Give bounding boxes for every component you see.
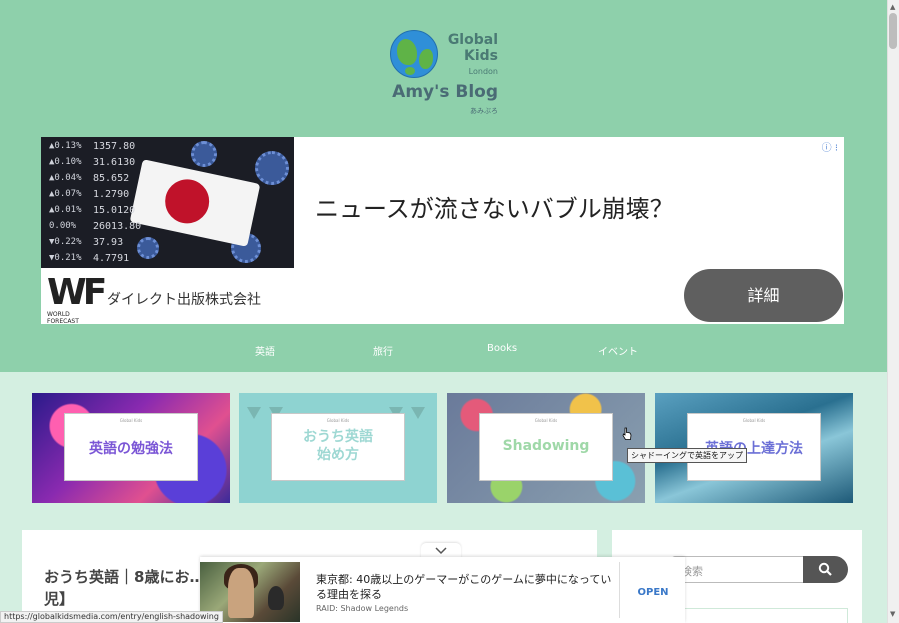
site-logo[interactable]: Global Kids London Amy's Blog あみぶろ xyxy=(388,28,500,118)
ticker-value: 85.652 xyxy=(93,173,130,184)
ticker-value: 1.2790 xyxy=(93,189,130,200)
scroll-up-arrow-icon[interactable]: ▲ xyxy=(890,3,895,11)
ticker-value: 15.0120 xyxy=(93,205,136,216)
featured-tile-shadowing[interactable]: Global Kids Shadowing xyxy=(447,393,645,503)
nav-item-events[interactable]: イベント xyxy=(598,343,638,358)
search-input[interactable]: 検索 xyxy=(672,556,806,583)
featured-tile-home-english[interactable]: Global Kids おうち英語 始め方 xyxy=(239,393,437,503)
tile-card: Global Kids 英語の勉強法 xyxy=(64,413,198,481)
bottom-advertisement[interactable]: 東京都: 40歳以上のゲーマーがこのゲームに夢中になっている理由を探る RAID… xyxy=(200,557,685,623)
ad-image-market-ticker: ▲0.13% 1357.80 ▲0.10% 31.6130 ▲0.04% 85.652 ▲0… xyxy=(41,137,294,268)
ad-headline[interactable]: ニュースが流さないバブル崩壊？ xyxy=(315,189,674,224)
logo-text-global: Global xyxy=(447,32,498,48)
post-title[interactable]: おうち英語｜8歳にお… 児】 xyxy=(44,566,204,610)
ticker-value: 37.93 xyxy=(93,237,124,248)
top-advertisement[interactable]: ▲0.13% 1357.80 ▲0.10% 31.6130 ▲0.04% 85.652 ▲0… xyxy=(41,137,844,326)
ticker-value: 31.6130 xyxy=(93,157,136,168)
adchoices-icon[interactable]: ⓘ ⁝ xyxy=(822,139,838,154)
tile-card: Global Kids 英語の上達方法 xyxy=(687,413,821,481)
tile-tooltip: シャドーイングで英語をアップ xyxy=(627,448,747,463)
ad-details-button[interactable]: 詳細 xyxy=(684,269,843,322)
ticker-change: ▼0.21% xyxy=(49,253,82,263)
advertiser-logo: WF WORLD FORECAST xyxy=(47,272,107,326)
ticker-change: ▲0.04% xyxy=(49,173,82,183)
ticker-value: 4.7791 xyxy=(93,253,130,264)
ticker-change: ▼0.22% xyxy=(49,237,82,247)
vertical-scrollbar[interactable] xyxy=(887,0,899,623)
scrollbar-thumb[interactable] xyxy=(889,13,897,49)
search-icon xyxy=(818,562,832,576)
logo-text-london: London xyxy=(468,67,498,76)
bottom-ad-headline[interactable]: 東京都: 40歳以上のゲーマーがこのゲームに夢中になっている理由を探る xyxy=(316,572,616,602)
scroll-down-arrow-icon[interactable]: ▼ xyxy=(890,610,895,618)
ad-open-button[interactable]: OPEN xyxy=(620,587,686,598)
status-bar-url: https://globalkidsmedia.com/entry/englis… xyxy=(0,611,223,623)
tile-card: Global Kids おうち英語 始め方 xyxy=(271,413,405,481)
ticker-value: 1357.80 xyxy=(93,141,136,152)
ticker-change: ▲0.07% xyxy=(49,189,82,199)
featured-tile-study-method[interactable]: Global Kids 英語の勉強法 xyxy=(32,393,230,503)
ticker-change: ▲0.10% xyxy=(49,157,82,167)
nav-item-english[interactable]: 英語 xyxy=(255,343,275,358)
bottom-ad-source: RAID: Shadow Legends xyxy=(316,604,409,613)
tile-card: Global Kids Shadowing xyxy=(479,413,613,481)
logo-text-blog-name: Amy's Blog xyxy=(392,82,498,102)
japan-flag xyxy=(129,159,261,247)
globe-icon xyxy=(390,30,438,78)
chevron-down-icon xyxy=(435,547,447,555)
ticker-change: 0.00% xyxy=(49,221,77,231)
hand-cursor-icon xyxy=(622,427,632,440)
nav-item-books[interactable]: Books xyxy=(487,343,517,354)
logo-text-kana: あみぶろ xyxy=(470,107,498,115)
ad-advertiser-name[interactable]: ダイレクト出版株式会社 xyxy=(107,289,261,309)
logo-text-kids: Kids xyxy=(463,48,498,64)
nav-item-travel[interactable]: 旅行 xyxy=(373,343,393,358)
search-button[interactable] xyxy=(803,556,848,583)
ticker-change: ▲0.01% xyxy=(49,205,82,215)
ticker-change: ▲0.13% xyxy=(49,141,82,151)
ticker-value: 26013.80 xyxy=(93,221,142,232)
